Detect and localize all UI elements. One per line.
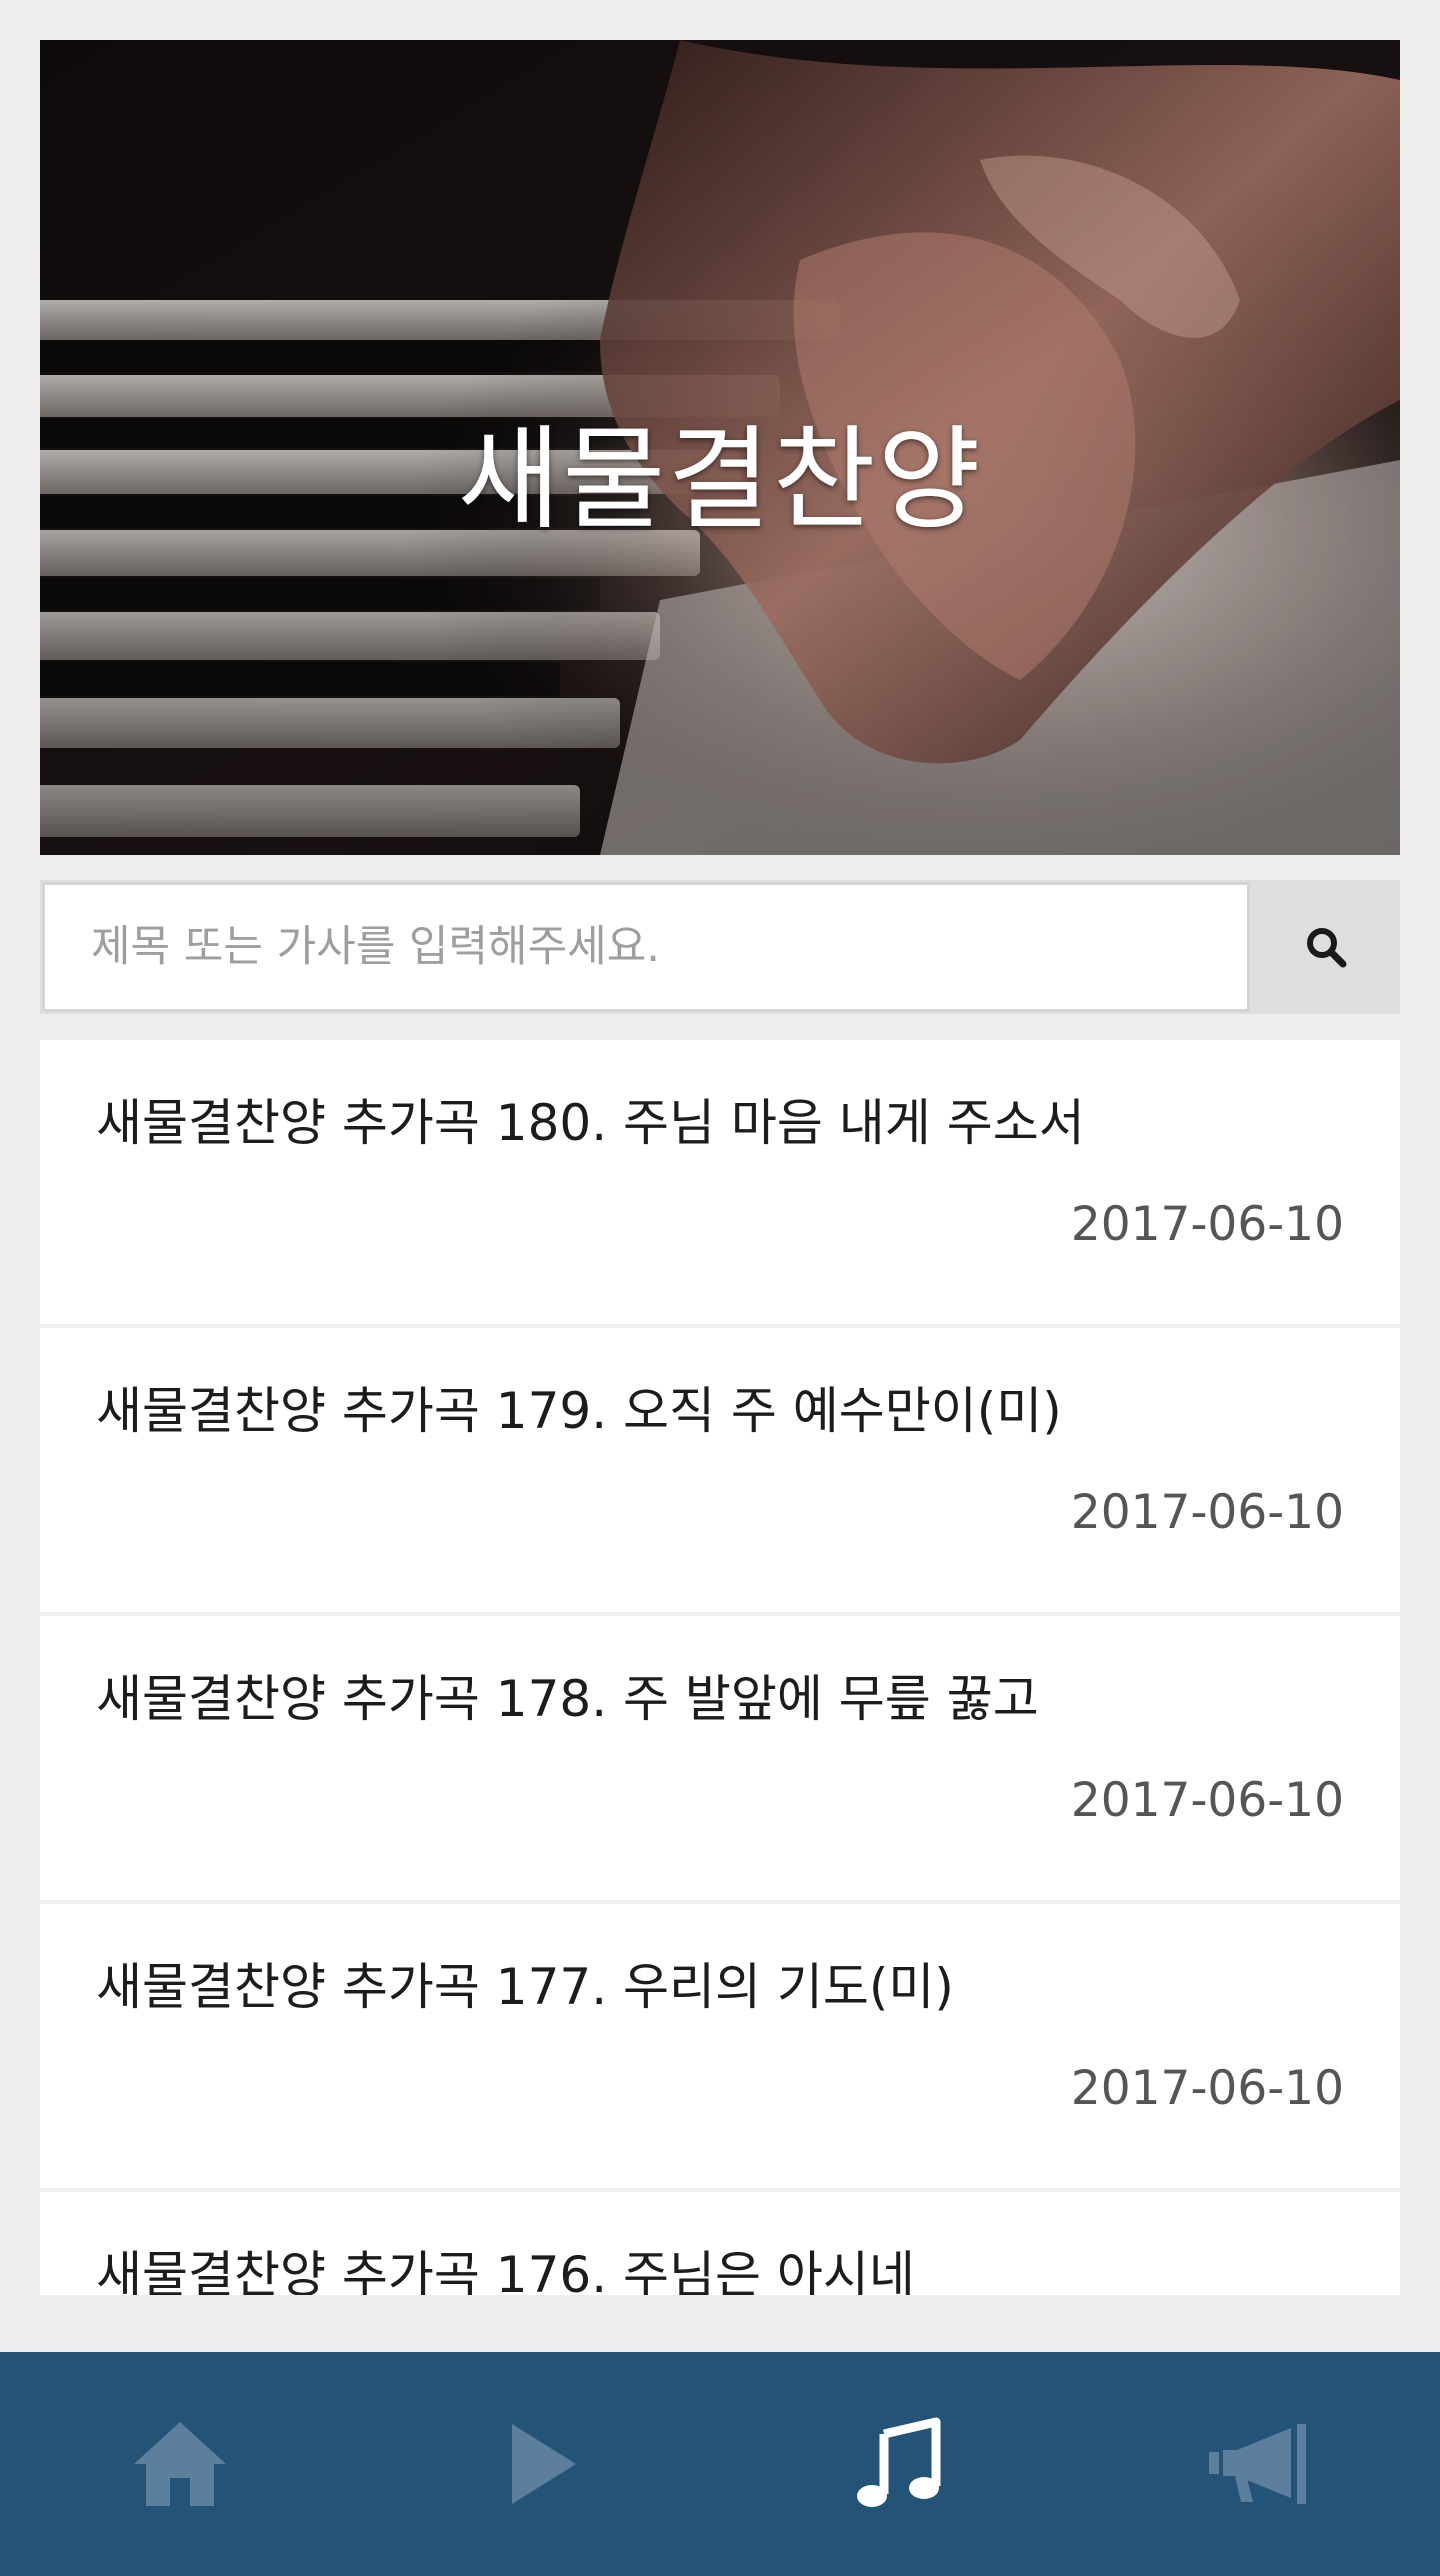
tab-announcements[interactable] <box>1080 2352 1440 2576</box>
app-title: 새물결찬양 <box>457 415 983 545</box>
list-item[interactable]: 새물결찬양 추가곡 178. 주 발앞에 무릎 꿇고 2017-06-10 <box>40 1616 1400 1900</box>
search-button[interactable] <box>1252 880 1400 1014</box>
music-note-icon <box>857 2417 941 2507</box>
song-title: 새물결찬양 추가곡 178. 주 발앞에 무릎 꿇고 <box>96 1670 1039 1728</box>
megaphone-icon <box>1209 2424 1306 2504</box>
search-bar <box>40 880 1400 1014</box>
song-list: 새물결찬양 추가곡 180. 주님 마음 내게 주소서 2017-06-10 새… <box>40 1040 1400 2295</box>
home-icon <box>134 2422 226 2506</box>
search-input[interactable] <box>42 882 1250 1012</box>
song-date: 2017-06-10 <box>1070 2061 1344 2116</box>
hero-banner: 새물결찬양 <box>40 40 1400 855</box>
search-icon <box>1307 928 1347 968</box>
list-item[interactable]: 새물결찬양 추가곡 179. 오직 주 예수만이(미) 2017-06-10 <box>40 1328 1400 1612</box>
song-date: 2017-06-10 <box>1070 1485 1344 1540</box>
song-title: 새물결찬양 추가곡 179. 오직 주 예수만이(미) <box>96 1382 1062 1440</box>
bottom-tab-bar <box>0 2352 1440 2576</box>
play-icon <box>512 2424 576 2504</box>
song-title: 새물결찬양 추가곡 177. 우리의 기도(미) <box>96 1958 954 2016</box>
list-item[interactable]: 새물결찬양 추가곡 176. 주님은 아시네 2017-06-10 <box>40 2192 1400 2295</box>
song-title: 새물결찬양 추가곡 176. 주님은 아시네 <box>96 2246 915 2295</box>
list-item[interactable]: 새물결찬양 추가곡 180. 주님 마음 내게 주소서 2017-06-10 <box>40 1040 1400 1324</box>
tab-play[interactable] <box>360 2352 720 2576</box>
list-item[interactable]: 새물결찬양 추가곡 177. 우리의 기도(미) 2017-06-10 <box>40 1904 1400 2188</box>
song-title: 새물결찬양 추가곡 180. 주님 마음 내게 주소서 <box>96 1094 1085 1152</box>
song-date: 2017-06-10 <box>1070 1773 1344 1828</box>
song-date: 2017-06-10 <box>1070 1197 1344 1252</box>
tab-music[interactable] <box>720 2352 1080 2576</box>
tab-home[interactable] <box>0 2352 360 2576</box>
